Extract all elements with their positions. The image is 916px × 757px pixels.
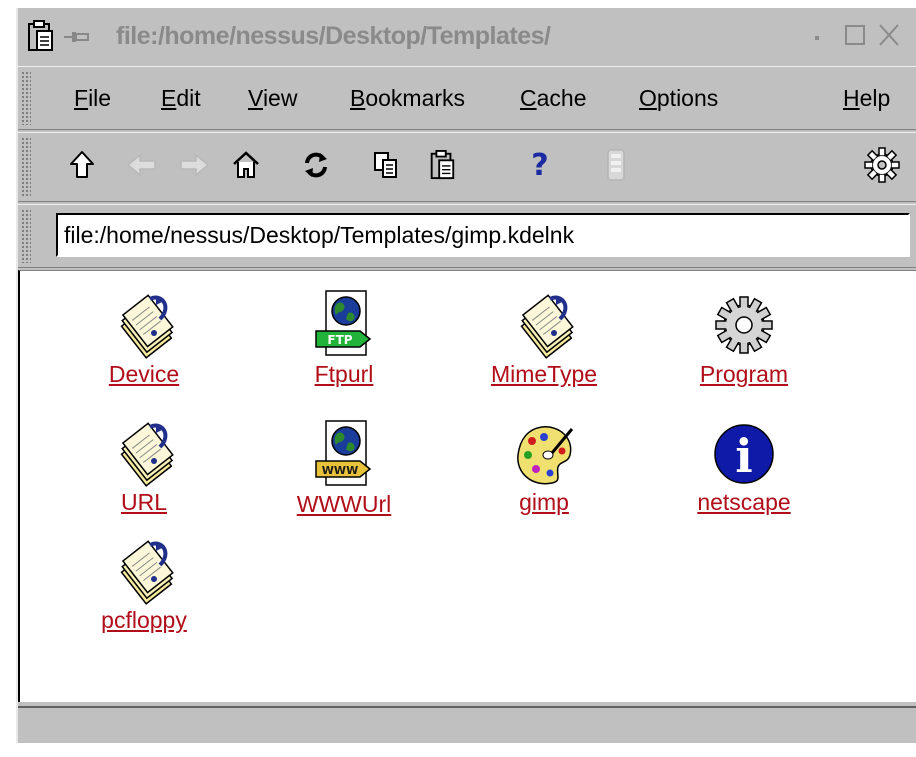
tool-bar: ? [18, 132, 916, 202]
www-globe-icon: WWW [315, 420, 372, 486]
menubar-grip-handle[interactable] [21, 71, 31, 125]
back-button[interactable] [124, 145, 160, 185]
menu-options[interactable]: Options [639, 85, 718, 112]
menu-options-label: ptions [656, 85, 719, 111]
menu-view[interactable]: View [248, 85, 297, 112]
stop-icon [607, 149, 625, 181]
file-view[interactable]: Device FTP Ftpurl MimeType Program URL W… [18, 270, 916, 702]
menu-cache-mnemonic: C [520, 85, 537, 111]
location-bar [18, 204, 916, 268]
clipboard-app-icon[interactable] [26, 20, 54, 52]
menu-bookmarks-label: ookmarks [365, 85, 466, 111]
paint-palette-icon [517, 426, 574, 485]
menu-file[interactable]: File [74, 85, 111, 112]
forward-button[interactable] [176, 145, 212, 185]
toolbar-grip-handle[interactable] [21, 137, 31, 197]
menu-view-mnemonic: V [248, 85, 263, 111]
file-manager-window: file:/home/nessus/Desktop/Templates/ Fil… [16, 8, 916, 743]
file-label[interactable]: netscape [664, 489, 824, 516]
menu-bookmarks[interactable]: Bookmarks [350, 85, 465, 112]
reload-button[interactable] [298, 145, 334, 185]
gear-icon [715, 296, 773, 354]
maximize-icon[interactable] [840, 20, 870, 50]
menu-edit-mnemonic: E [161, 85, 177, 111]
menu-cache-label: ache [536, 85, 587, 111]
menu-help-label: elp [859, 85, 891, 111]
file-label[interactable]: gimp [464, 489, 624, 516]
file-label[interactable]: pcfloppy [64, 607, 224, 634]
locationbar-grip-handle[interactable] [21, 209, 31, 263]
menu-edit[interactable]: Edit [161, 85, 201, 112]
info-badge: i [735, 429, 752, 483]
kdelnk-document-icon [120, 540, 174, 605]
info-icon: i [714, 424, 774, 484]
file-label[interactable]: MimeType [464, 361, 624, 388]
help-button[interactable]: ? [522, 145, 558, 185]
up-arrow-icon [70, 151, 94, 178]
menu-bar: File Edit View Bookmarks Cache Options H… [18, 66, 916, 130]
file-label[interactable]: Device [64, 361, 224, 388]
title-bar[interactable]: file:/home/nessus/Desktop/Templates/ [18, 8, 916, 64]
close-icon[interactable] [874, 20, 904, 50]
up-button[interactable] [64, 145, 100, 185]
kdelnk-document-icon [520, 294, 574, 359]
back-arrow-icon [126, 153, 156, 177]
file-item-device[interactable]: Device [64, 293, 224, 388]
minimize-icon[interactable] [802, 20, 832, 50]
pin-icon[interactable] [64, 30, 90, 44]
file-item-netscape[interactable]: i netscape [664, 421, 824, 516]
menu-edit-label: dit [176, 85, 201, 111]
home-button[interactable] [228, 145, 264, 185]
help-icon: ? [531, 147, 549, 183]
menu-help-mnemonic: H [843, 85, 860, 111]
file-label[interactable]: WWWUrl [264, 491, 424, 518]
menu-file-label: ile [88, 85, 112, 111]
file-label[interactable]: Program [664, 361, 824, 388]
file-item-wwwurl[interactable]: WWW WWWUrl [264, 419, 424, 518]
kde-gear-button[interactable] [864, 145, 900, 185]
menu-bookmarks-mnemonic: B [350, 85, 366, 111]
file-item-pcfloppy[interactable]: pcfloppy [64, 539, 224, 634]
home-icon [233, 151, 259, 178]
file-label[interactable]: Ftpurl [264, 361, 424, 388]
file-item-mimetype[interactable]: MimeType [464, 293, 624, 388]
ftp-globe-icon: FTP [315, 290, 372, 356]
menu-view-label: iew [262, 85, 298, 111]
menu-file-mnemonic: F [74, 85, 89, 111]
gear-icon [864, 147, 900, 183]
reload-icon [305, 152, 327, 178]
window-title: file:/home/nessus/Desktop/Templates/ [116, 22, 551, 50]
kdelnk-document-icon [120, 294, 174, 359]
stop-button[interactable] [598, 145, 634, 185]
file-label[interactable]: URL [64, 489, 224, 516]
kdelnk-document-icon [120, 422, 174, 487]
menu-cache[interactable]: Cache [520, 85, 587, 112]
status-bar [18, 706, 916, 743]
paste-button[interactable] [424, 145, 460, 185]
ftp-badge: FTP [327, 333, 352, 347]
file-item-gimp[interactable]: gimp [464, 423, 624, 516]
location-input[interactable] [56, 213, 910, 257]
copy-button[interactable] [368, 145, 404, 185]
file-item-url[interactable]: URL [64, 421, 224, 516]
file-item-ftpurl[interactable]: FTP Ftpurl [264, 289, 424, 388]
file-item-program[interactable]: Program [664, 295, 824, 388]
copy-icon [374, 152, 397, 178]
forward-arrow-icon [180, 153, 210, 177]
paste-icon [430, 150, 455, 180]
www-badge: WWW [322, 464, 358, 477]
menu-options-mnemonic: O [639, 85, 657, 111]
menu-help[interactable]: Help [843, 85, 890, 112]
